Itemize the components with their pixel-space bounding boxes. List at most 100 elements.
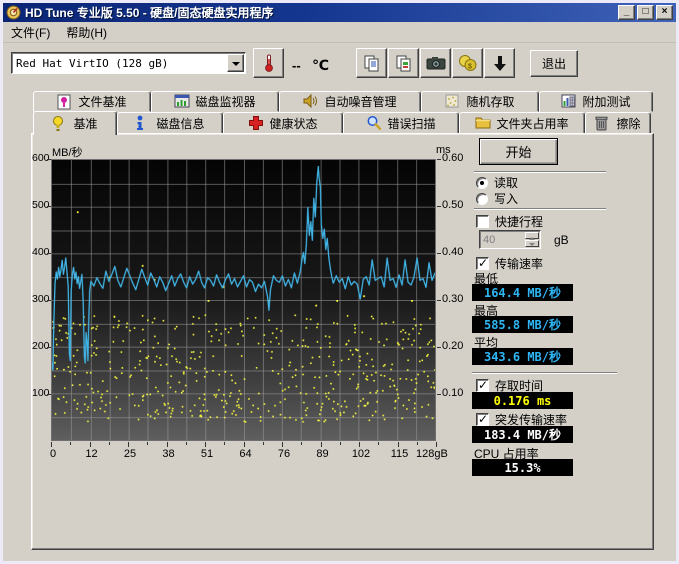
avg-value: 343.6 MB/秒: [472, 348, 573, 365]
tab-label: 文件基准: [78, 93, 126, 110]
health-cross-icon: [248, 115, 264, 131]
x-tick: [378, 442, 379, 445]
tab-label: 附加测试: [582, 93, 630, 110]
x-tick: [186, 442, 187, 445]
spin-up-icon[interactable]: [525, 232, 539, 239]
access-time-checkbox[interactable]: [476, 379, 489, 392]
spinner-buttons[interactable]: [525, 232, 539, 247]
short-stroke-label: 快捷行程: [495, 213, 543, 230]
access-time-value: 0.176 ms: [472, 392, 573, 409]
left-axis-tick-label: 400: [32, 246, 48, 258]
tab-auto-noise[interactable]: 自动噪音管理: [279, 91, 421, 112]
tab-benchmark[interactable]: 基准: [33, 111, 117, 135]
short-stroke-size-input[interactable]: 40: [479, 230, 541, 249]
app-icon: [6, 5, 21, 20]
temperature-button[interactable]: [253, 48, 284, 78]
magnifier-icon: [366, 115, 382, 131]
tabrow-top: 文件基准 磁盘监视器 自动噪音管理: [33, 91, 653, 112]
right-tick: [437, 300, 441, 301]
right-axis-tick-label: 0.60: [442, 152, 463, 164]
donate-button[interactable]: $: [452, 48, 483, 78]
save-button[interactable]: [484, 48, 515, 78]
window-title: HD Tune 专业版 5.50 - 硬盘/固态硬盘实用程序: [25, 4, 616, 21]
speaker-icon: [303, 94, 319, 110]
left-axis-tick-label: 300: [32, 293, 48, 305]
right-axis-tick-label: 0.10: [442, 387, 463, 399]
camera-icon: [426, 55, 446, 71]
down-arrow-icon: [492, 54, 508, 72]
right-tick: [437, 206, 441, 207]
tab-health[interactable]: 健康状态: [223, 112, 343, 134]
left-axis-tick-label: 200: [32, 340, 48, 352]
left-tick: [47, 347, 51, 348]
tab-file-benchmark[interactable]: 文件基准: [33, 91, 151, 112]
copy-image-button[interactable]: [388, 48, 419, 78]
left-tick: [47, 253, 51, 254]
x-axis-tick-label: 115: [378, 448, 422, 460]
menu-help[interactable]: 帮助(H): [58, 22, 115, 43]
benchmark-chart: [51, 159, 436, 441]
tab-folder-usage[interactable]: 文件夹占用率: [459, 112, 585, 134]
burst-rate-value: 183.4 MB/秒: [472, 426, 573, 443]
short-stroke-unit: gB: [554, 233, 569, 247]
drive-select[interactable]: Red Hat VirtIO (128 gB): [11, 52, 246, 74]
x-axis-tick-label: 25: [108, 448, 152, 460]
read-radio[interactable]: [476, 177, 488, 189]
x-tick: [417, 442, 418, 445]
right-axis-tick-label: 0.30: [442, 293, 463, 305]
tab-label: 自动噪音管理: [324, 93, 396, 110]
thermometer-icon: [262, 53, 276, 73]
app-window: HD Tune 专业版 5.50 - 硬盘/固态硬盘实用程序 _ □ × 文件(…: [0, 0, 679, 564]
max-value: 585.8 MB/秒: [472, 316, 573, 333]
left-axis-tick-label: 100: [32, 387, 48, 399]
left-tick: [47, 394, 51, 395]
transfer-rate-label: 传输速率: [495, 255, 543, 272]
transfer-rate-checkbox[interactable]: [476, 257, 489, 270]
separator: [472, 372, 617, 374]
temperature-value: --: [292, 58, 301, 73]
x-axis-tick-label: 128gB: [416, 448, 460, 460]
short-stroke-value: 40: [480, 234, 525, 246]
folder-icon: [475, 115, 491, 131]
read-mode-row: 读取: [476, 174, 518, 191]
tab-extra-tests[interactable]: 附加测试: [539, 91, 653, 112]
maximize-button[interactable]: □: [637, 5, 654, 20]
x-axis-tick-label: 51: [185, 448, 229, 460]
x-tick: [263, 442, 264, 445]
min-value: 164.4 MB/秒: [472, 284, 573, 301]
screenshot-button[interactable]: [420, 48, 451, 78]
start-button[interactable]: 开始: [479, 138, 558, 165]
x-tick: [147, 442, 148, 445]
short-stroke-checkbox[interactable]: [476, 215, 489, 228]
copy-text-button[interactable]: [356, 48, 387, 78]
burst-rate-checkbox[interactable]: [476, 413, 489, 426]
spin-down-icon[interactable]: [525, 240, 539, 247]
menubar: 文件(F) 帮助(H): [3, 22, 676, 43]
left-tick: [47, 159, 51, 160]
drive-select-value: Red Hat VirtIO (128 gB): [12, 57, 227, 70]
exit-button[interactable]: 退出: [530, 50, 578, 77]
close-button[interactable]: ×: [656, 5, 673, 20]
x-tick: [109, 442, 110, 445]
titlebar: HD Tune 专业版 5.50 - 硬盘/固态硬盘实用程序 _ □ ×: [3, 3, 676, 22]
tab-label: 擦除: [616, 115, 640, 132]
x-tick: [128, 442, 129, 447]
write-radio[interactable]: [476, 193, 488, 205]
disk-monitor-icon: [174, 94, 190, 110]
menu-file[interactable]: 文件(F): [3, 22, 58, 43]
write-label: 写入: [494, 190, 518, 207]
x-axis-tick-label: 102: [339, 448, 383, 460]
svg-text:$: $: [468, 64, 472, 71]
right-tick: [437, 159, 441, 160]
tab-disk-monitor[interactable]: 磁盘监视器: [151, 91, 279, 112]
x-tick: [340, 442, 341, 445]
toolbar: Red Hat VirtIO (128 gB) -- ℃: [3, 43, 676, 85]
minimize-button[interactable]: _: [618, 5, 635, 20]
tab-error-scan[interactable]: 错误扫描: [343, 112, 459, 134]
chevron-down-icon[interactable]: [227, 54, 244, 72]
x-tick: [70, 442, 71, 445]
x-tick: [90, 442, 91, 447]
tab-disk-info[interactable]: 磁盘信息: [117, 112, 223, 134]
tab-random-access[interactable]: 随机存取: [421, 91, 539, 112]
tab-erase[interactable]: 擦除: [585, 112, 651, 134]
